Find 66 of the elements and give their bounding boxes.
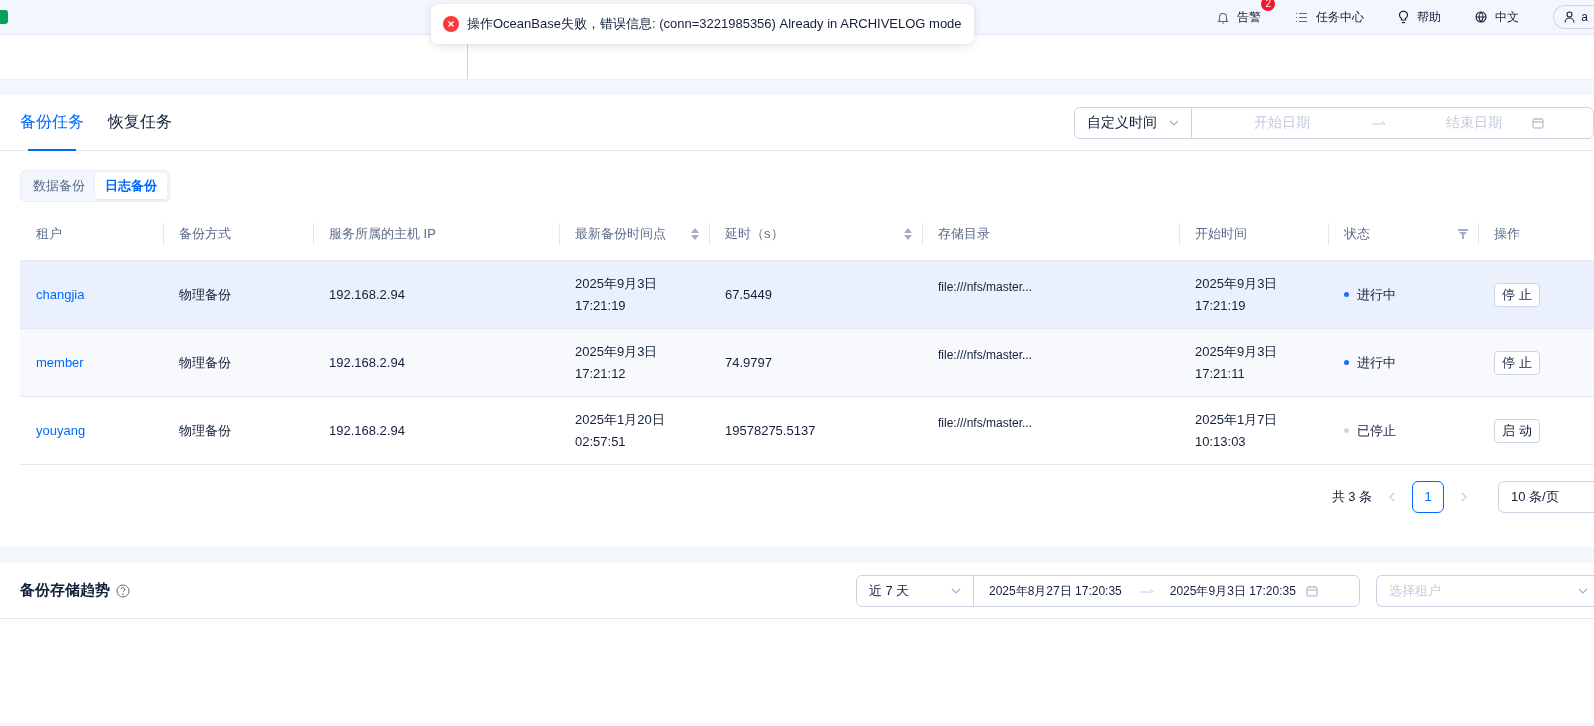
column-header: 状态 [1344,224,1370,243]
page-size-select[interactable]: 10 条/页 [1498,481,1594,513]
notification-badge: 2 [1261,0,1276,11]
chevron-down-icon [1578,587,1588,594]
chevron-right-icon[interactable] [1460,492,1468,502]
table-cell-text: 2025年9月3日 17:21:11 [1195,342,1279,383]
sort-icon[interactable] [904,227,912,240]
page-button[interactable]: 1 [1412,481,1444,513]
tenant-link[interactable]: member [36,354,84,370]
error-icon [443,16,459,32]
bell-icon [1217,10,1230,24]
column-header: 备份方式 [179,224,231,243]
nav-button[interactable]: 告警 [1217,8,1262,26]
table-cell: 19578275.5137 [725,422,816,438]
help-icon[interactable] [116,583,130,598]
nav-button[interactable]: 任务中心 [1295,8,1365,26]
table-row[interactable]: changjia 物理备份 192.168.2.94 2025年9月3日 17:21:19 67.5449 file:///nfs/master... 2025年9月3日 17:21:19 进行中 停 止 [20,261,1594,329]
table-cell: 192.168.2.94 [329,286,405,302]
table-cell: 物理备份 [179,354,231,370]
action-button[interactable]: 停 止 [1494,282,1540,307]
column-header: 租户 [36,224,62,243]
status-text: 已停止 [1357,421,1396,440]
column-header: 操作 [1494,224,1520,243]
logo-icon [0,10,8,24]
column-header: 存储目录 [938,224,990,243]
action-button[interactable]: 启 动 [1494,418,1540,443]
filter-icon[interactable] [1458,228,1468,239]
table-cell: file:///nfs/master... [938,415,1033,430]
column-header: 延时（s） [725,224,784,243]
lightbulb-icon [1398,10,1410,24]
table-row[interactable]: member 物理备份 192.168.2.94 2025年9月3日 17:21:12 74.9797 file:///nfs/master... 2025年9月3日 17:21:11 进行中 停 止 [20,329,1594,397]
tenant-link[interactable]: changjia [36,286,85,302]
table-cell: file:///nfs/master... [938,347,1033,362]
table-cell: 192.168.2.94 [329,354,405,370]
chevron-left-icon[interactable] [1388,492,1396,502]
status-text: 进行中 [1357,285,1396,304]
column-header: 服务所属的主机 IP [329,224,436,243]
table-cell-text: 2025年1月20日 02:57:51 [575,410,666,451]
table-cell: 物理备份 [179,286,231,302]
table-cell-text: 2025年9月3日 17:21:12 [575,342,659,383]
column-header: 开始时间 [1195,224,1247,243]
nav-button[interactable]: 帮助 [1398,8,1442,26]
toast-message: 操作OceanBase失败，错误信息: (conn=3221985356) Already in ARCHIVELOG mode [467,15,962,34]
table-cell-text: 2025年9月3日 17:21:19 [1195,274,1279,315]
sort-icon[interactable] [691,227,699,240]
table-cell: 192.168.2.94 [329,422,405,438]
nav-button[interactable]: 中文 [1475,8,1520,26]
table-cell-text: 2025年1月7日 10:13:03 [1195,410,1279,451]
table-cell-text: 2025年9月3日 17:21:19 [575,274,659,315]
tab[interactable]: 备份任务 [20,94,84,150]
status-text: 进行中 [1357,353,1396,372]
section-title: 备份存储趋势 [20,580,110,601]
column-header: 最新备份时间点 [575,224,666,243]
table-cell: 74.9797 [725,354,772,370]
total-count: 共 3 条 [1331,488,1372,507]
tab[interactable]: 恢复任务 [108,94,172,150]
list-icon [1295,11,1309,23]
user-icon [1564,11,1576,23]
segment-option[interactable]: 数据备份 [23,173,95,199]
tenant-link[interactable]: youyang [36,422,86,438]
globe-icon [1475,11,1488,23]
table-cell: 67.5449 [725,286,772,302]
table-cell: 物理备份 [179,422,231,438]
action-button[interactable]: 停 止 [1494,350,1540,375]
segment-option[interactable]: 日志备份 [95,173,167,199]
table-cell: file:///nfs/master... [938,279,1033,294]
